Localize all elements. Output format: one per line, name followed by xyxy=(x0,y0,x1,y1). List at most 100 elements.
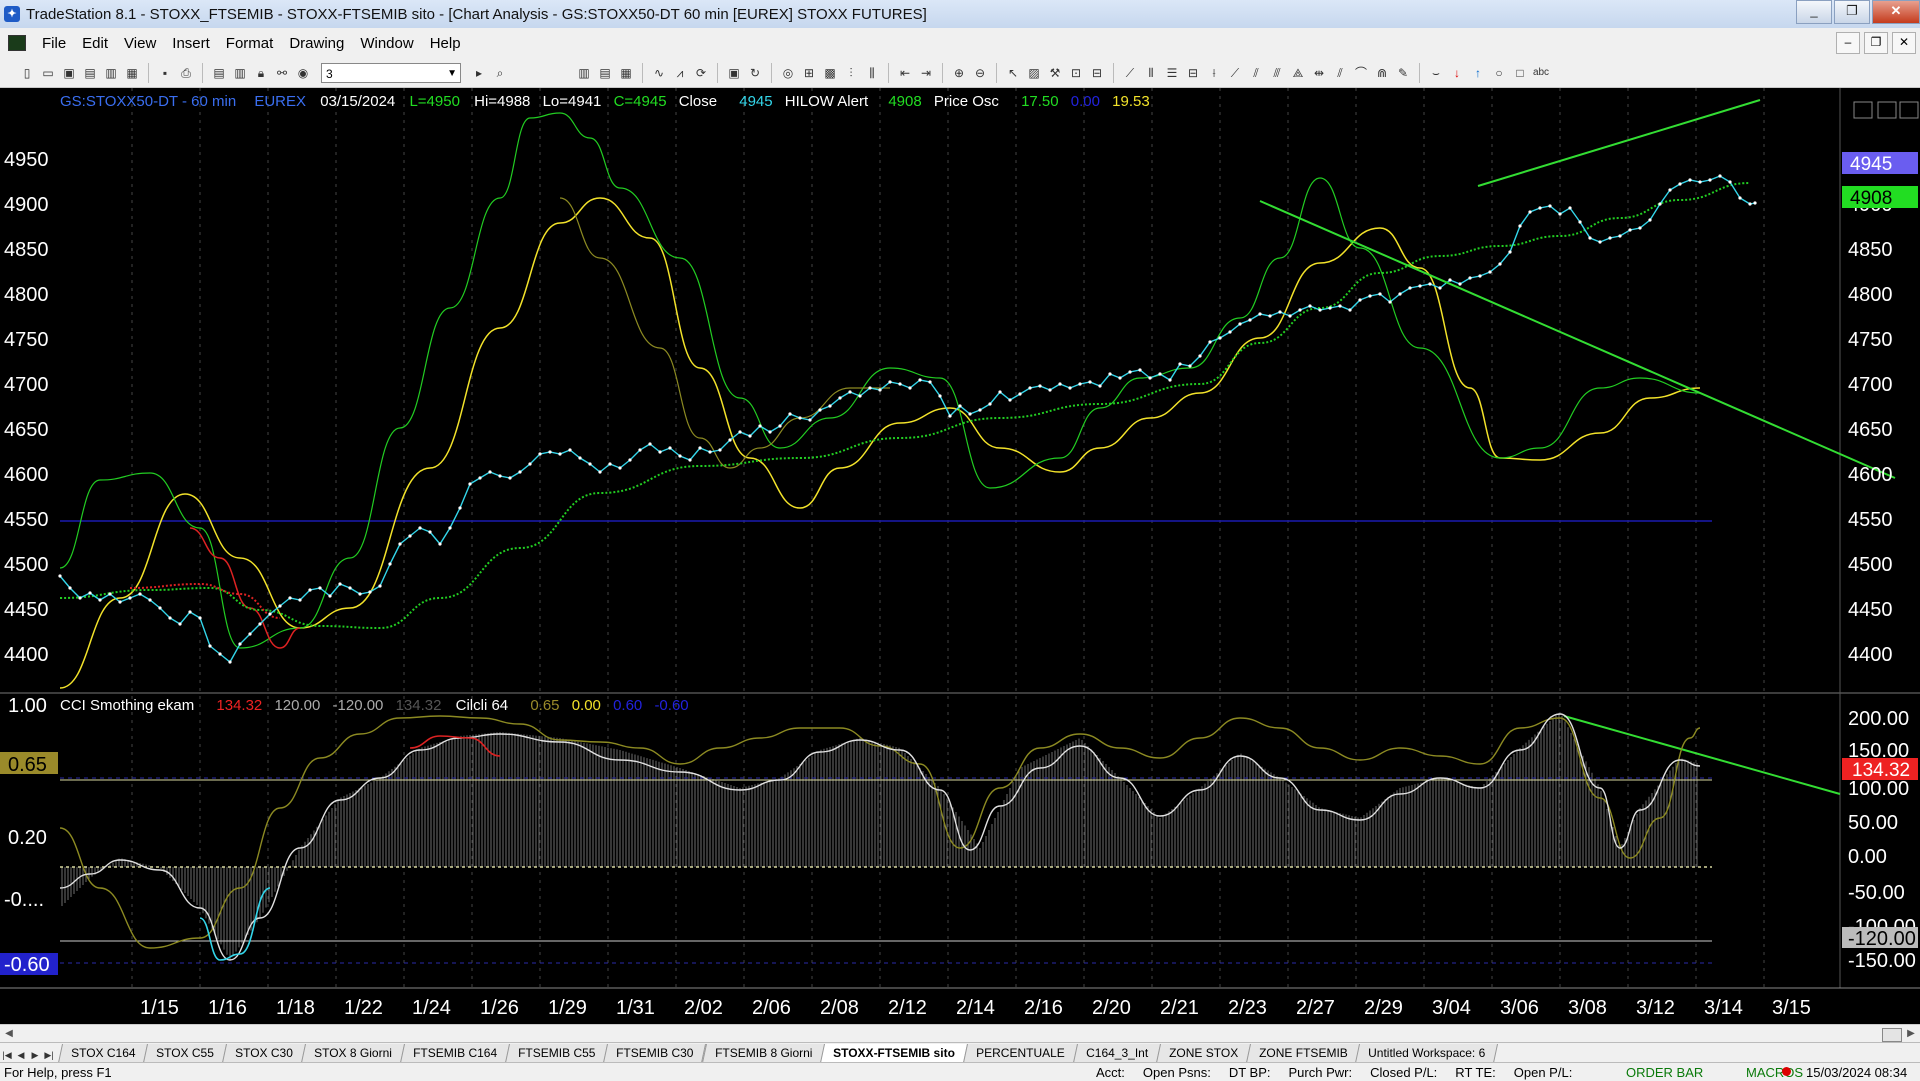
tab-last-icon[interactable]: ▶| xyxy=(42,1047,56,1063)
new-document-icon[interactable]: ▯ xyxy=(18,64,36,82)
strategy-icon[interactable]: ⊟ xyxy=(1088,64,1106,82)
menu-drawing[interactable]: Drawing xyxy=(281,35,352,52)
volume-icon[interactable]: ⫼ xyxy=(863,64,881,82)
tab-first-icon[interactable]: |◀ xyxy=(0,1047,14,1063)
window-stack-icon[interactable]: ▤ xyxy=(210,64,228,82)
save-disk-icon[interactable]: ▪ xyxy=(156,64,174,82)
chart-list-icon[interactable]: ▤ xyxy=(596,64,614,82)
open-folder-icon[interactable]: ▭ xyxy=(39,64,57,82)
bar-interval-icon[interactable]: ⫶ xyxy=(842,64,860,82)
speed-line-icon[interactable]: ⇹ xyxy=(1310,64,1328,82)
fib-fan-icon[interactable]: ⟊ xyxy=(1205,64,1223,82)
workspace-icon[interactable]: ▤ xyxy=(81,64,99,82)
menu-format[interactable]: Format xyxy=(218,35,282,52)
ellipse-icon[interactable]: ○ xyxy=(1490,64,1508,82)
maximize-button[interactable]: ❐ xyxy=(1834,0,1870,24)
workspace-tab[interactable]: PERCENTUALE xyxy=(962,1044,1078,1063)
horizontal-lines-icon[interactable]: ☰ xyxy=(1163,64,1181,82)
scroll-right-icon[interactable]: ▶ xyxy=(1904,1026,1918,1042)
chart-bars-icon[interactable]: ▥ xyxy=(575,64,593,82)
lock-icon[interactable]: 🔒︎ xyxy=(252,64,270,82)
symbol-combo[interactable]: 3 ▼ xyxy=(321,62,461,84)
macros-button[interactable]: MACROS xyxy=(1746,1065,1803,1080)
pointer-icon[interactable]: ↖ xyxy=(1004,64,1022,82)
folder-icon[interactable]: ▦ xyxy=(123,64,141,82)
scroll-thumb[interactable] xyxy=(1882,1028,1902,1042)
down-arrow-icon[interactable]: ↓ xyxy=(1448,64,1466,82)
window-cascade-icon[interactable]: ▥ xyxy=(231,64,249,82)
workspace-tab[interactable]: Untitled Workspace: 6 xyxy=(1355,1044,1499,1063)
pencil-icon[interactable]: ✎ xyxy=(1394,64,1412,82)
arc-icon[interactable]: ⌣ xyxy=(1427,64,1445,82)
workspace-tab[interactable]: FTSEMIB 8 Giorni xyxy=(701,1044,826,1063)
scroll-left-icon[interactable]: ◀ xyxy=(2,1026,16,1042)
workspace-tab[interactable]: STOX 8 Giorni xyxy=(301,1044,405,1063)
find-symbol-icon[interactable]: ⌕ xyxy=(491,64,509,82)
print-icon[interactable]: ⎙ xyxy=(177,64,195,82)
play-arrow-icon[interactable]: ▸ xyxy=(470,64,488,82)
close-button[interactable]: ✕ xyxy=(1872,0,1920,24)
menu-help[interactable]: Help xyxy=(422,35,469,52)
data-window-icon[interactable]: ▨ xyxy=(1025,64,1043,82)
zoom-in-icon[interactable]: ⊕ xyxy=(950,64,968,82)
line-chart-icon[interactable]: ∿ xyxy=(650,64,668,82)
save-icon[interactable]: ▥ xyxy=(102,64,120,82)
tools-icon[interactable]: ⚒ xyxy=(1046,64,1064,82)
workspace-tab[interactable]: STOXX-FTSEMIB sito xyxy=(820,1044,968,1063)
workspace-tab[interactable]: STOX C55 xyxy=(143,1044,228,1063)
workspace-tab[interactable]: ZONE STOX xyxy=(1155,1044,1251,1063)
order-bar-button[interactable]: ORDER BAR xyxy=(1626,1065,1703,1080)
parallel-lines-icon[interactable]: ⫽ xyxy=(1331,64,1349,82)
new-window-icon[interactable]: ▣ xyxy=(60,64,78,82)
mdi-restore-button[interactable]: ❐ xyxy=(1864,32,1888,54)
trendline-icon[interactable]: ⟋ xyxy=(1121,64,1139,82)
scroll-back-icon[interactable]: ⇤ xyxy=(896,64,914,82)
chart-analysis-window[interactable]: GS:STOXX50-DT - 60 min EUREX 03/15/2024 … xyxy=(0,88,1920,1024)
matrix-icon[interactable]: ▩ xyxy=(821,64,839,82)
chart-window-icon[interactable] xyxy=(8,35,26,51)
workspace-tab[interactable]: STOX C164 xyxy=(57,1044,149,1063)
insert-analysis-icon[interactable]: ⊡ xyxy=(1067,64,1085,82)
mdi-minimize-button[interactable]: – xyxy=(1836,32,1860,54)
workspace-tab[interactable]: ZONE FTSEMIB xyxy=(1245,1044,1361,1063)
channel-icon[interactable]: ⊟ xyxy=(1184,64,1202,82)
chart-canvas[interactable]: GS:STOXX50-DT - 60 min EUREX 03/15/2024 … xyxy=(0,88,1920,1024)
refresh-icon[interactable]: ↻ xyxy=(746,64,764,82)
text-tool-icon[interactable]: abc xyxy=(1532,64,1550,82)
chart-horizontal-scrollbar[interactable]: ◀ ▶ xyxy=(0,1024,1920,1043)
regression-icon[interactable]: ⟁ xyxy=(1289,64,1307,82)
andrews-icon[interactable]: ⫽ xyxy=(1247,64,1265,82)
gann-fan-icon[interactable]: ⟋ xyxy=(1226,64,1244,82)
minimize-button[interactable]: _ xyxy=(1796,0,1832,24)
link-icon[interactable]: ⚯ xyxy=(273,64,291,82)
fib-arc-icon[interactable]: ⌒ xyxy=(1352,64,1370,82)
workspace-tab[interactable]: FTSEMIB C164 xyxy=(399,1044,510,1063)
format-icon[interactable]: ⟳ xyxy=(692,64,710,82)
scroll-forward-icon[interactable]: ⇥ xyxy=(917,64,935,82)
workspace-tab[interactable]: STOX C30 xyxy=(222,1044,307,1063)
tab-prev-icon[interactable]: ◀ xyxy=(14,1047,28,1063)
up-arrow-icon[interactable]: ↑ xyxy=(1469,64,1487,82)
chevron-down-icon[interactable]: ▼ xyxy=(447,64,457,84)
scanner-icon[interactable]: ⊞ xyxy=(800,64,818,82)
menu-file[interactable]: File xyxy=(34,35,74,52)
mdi-close-button[interactable]: ✕ xyxy=(1892,32,1916,54)
tab-next-icon[interactable]: ▶ xyxy=(28,1047,42,1063)
menu-edit[interactable]: Edit xyxy=(74,35,116,52)
menu-window[interactable]: Window xyxy=(352,35,421,52)
vertical-lines-icon[interactable]: ⦀ xyxy=(1142,64,1160,82)
radar-icon[interactable]: ◎ xyxy=(779,64,797,82)
menu-view[interactable]: View xyxy=(116,35,164,52)
parallel-icon[interactable]: ⫻ xyxy=(1268,64,1286,82)
chart-grid-icon[interactable]: ▦ xyxy=(617,64,635,82)
cycle-icon[interactable]: ⋒ xyxy=(1373,64,1391,82)
workspace-tab[interactable]: FTSEMIB C55 xyxy=(504,1044,609,1063)
zoom-out-icon[interactable]: ⊖ xyxy=(971,64,989,82)
indicator-icon[interactable]: ⩘ xyxy=(671,64,689,82)
window-tile-icon[interactable]: ▣ xyxy=(725,64,743,82)
globe-icon[interactable]: ◉ xyxy=(294,64,312,82)
menu-insert[interactable]: Insert xyxy=(164,35,218,52)
rectangle-icon[interactable]: □ xyxy=(1511,64,1529,82)
workspace-tab[interactable]: C164_3_Int xyxy=(1072,1044,1161,1063)
workspace-tab[interactable]: FTSEMIB C30 xyxy=(603,1044,707,1063)
